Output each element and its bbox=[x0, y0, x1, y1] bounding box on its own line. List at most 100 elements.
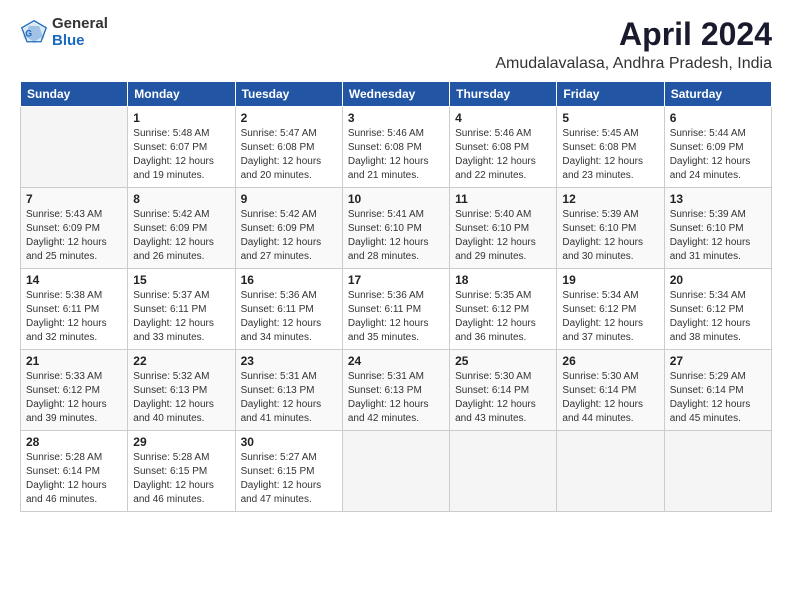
day-number: 2 bbox=[241, 111, 337, 125]
header: G General Blue April 2024 Amudalavalasa,… bbox=[20, 16, 772, 73]
calendar-week-row: 21Sunrise: 5:33 AM Sunset: 6:12 PM Dayli… bbox=[21, 350, 772, 431]
day-number: 13 bbox=[670, 192, 766, 206]
day-number: 26 bbox=[562, 354, 658, 368]
logo-blue-text: Blue bbox=[52, 33, 108, 50]
day-number: 20 bbox=[670, 273, 766, 287]
calendar-cell: 22 Sunrise: 5:32 AM Sunset: 6:13 PM Dayli… bbox=[128, 350, 235, 431]
calendar-header-row: Sunday Monday Tuesday Wednesday Thursday… bbox=[21, 82, 772, 107]
calendar-cell bbox=[664, 431, 771, 512]
day-detail: Sunrise: 5:42 AM Sunset: 6:09 PM Dayligh… bbox=[241, 208, 337, 264]
day-number: 24 bbox=[348, 354, 444, 368]
day-number: 28 bbox=[26, 435, 122, 449]
day-number: 5 bbox=[562, 111, 658, 125]
day-detail: Sunrise: 5:48 AM Sunset: 6:07 PM Dayligh… bbox=[133, 127, 229, 183]
calendar-cell: 9Sunrise: 5:42 AM Sunset: 6:09 PM Daylig… bbox=[235, 188, 342, 269]
calendar-cell: 15 Sunrise: 5:37 AM Sunset: 6:11 PM Dayli… bbox=[128, 269, 235, 350]
calendar-cell: 29 Sunrise: 5:28 AM Sunset: 6:15 PM Dayli… bbox=[128, 431, 235, 512]
day-number: 10 bbox=[348, 192, 444, 206]
day-detail: Sunrise: 5:36 AM Sunset: 6:11 PM Dayligh… bbox=[348, 289, 444, 345]
day-number: 23 bbox=[241, 354, 337, 368]
day-detail: Sunrise: 5:34 AM Sunset: 6:12 PM Dayligh… bbox=[562, 289, 658, 345]
logo: G General Blue bbox=[20, 16, 108, 49]
calendar-cell: 6Sunrise: 5:44 AM Sunset: 6:09 PM Daylig… bbox=[664, 107, 771, 188]
svg-text:G: G bbox=[25, 28, 32, 38]
day-number: 8 bbox=[133, 192, 229, 206]
day-detail: Sunrise: 5:28 AM Sunset: 6:15 PM Dayligh… bbox=[133, 451, 229, 507]
day-number: 30 bbox=[241, 435, 337, 449]
day-detail: Sunrise: 5:41 AM Sunset: 6:10 PM Dayligh… bbox=[348, 208, 444, 264]
calendar-week-row: 28 Sunrise: 5:28 AM Sunset: 6:14 PM Dayli… bbox=[21, 431, 772, 512]
calendar-cell bbox=[21, 107, 128, 188]
day-detail: Sunrise: 5:31 AM Sunset: 6:13 PM Dayligh… bbox=[348, 370, 444, 426]
day-detail: Sunrise: 5:47 AM Sunset: 6:08 PM Dayligh… bbox=[241, 127, 337, 183]
calendar-cell: 27 Sunrise: 5:29 AM Sunset: 6:14 PM Dayli… bbox=[664, 350, 771, 431]
day-detail: Sunrise: 5:40 AM Sunset: 6:10 PM Dayligh… bbox=[455, 208, 551, 264]
day-detail: Sunrise: 5:28 AM Sunset: 6:14 PM Dayligh… bbox=[26, 451, 122, 507]
calendar-cell: 21Sunrise: 5:33 AM Sunset: 6:12 PM Dayli… bbox=[21, 350, 128, 431]
col-tuesday: Tuesday bbox=[235, 82, 342, 107]
calendar-cell: 2 Sunrise: 5:47 AM Sunset: 6:08 PM Daylig… bbox=[235, 107, 342, 188]
day-number: 11 bbox=[455, 192, 551, 206]
col-sunday: Sunday bbox=[21, 82, 128, 107]
calendar-week-row: 7 Sunrise: 5:43 AM Sunset: 6:09 PM Daylig… bbox=[21, 188, 772, 269]
day-number: 16 bbox=[241, 273, 337, 287]
calendar-cell: 3 Sunrise: 5:46 AM Sunset: 6:08 PM Daylig… bbox=[342, 107, 449, 188]
col-wednesday: Wednesday bbox=[342, 82, 449, 107]
calendar-cell: 14Sunrise: 5:38 AM Sunset: 6:11 PM Dayli… bbox=[21, 269, 128, 350]
calendar-cell bbox=[557, 431, 664, 512]
day-detail: Sunrise: 5:29 AM Sunset: 6:14 PM Dayligh… bbox=[670, 370, 766, 426]
day-number: 3 bbox=[348, 111, 444, 125]
day-detail: Sunrise: 5:33 AM Sunset: 6:12 PM Dayligh… bbox=[26, 370, 122, 426]
col-saturday: Saturday bbox=[664, 82, 771, 107]
calendar-cell: 26Sunrise: 5:30 AM Sunset: 6:14 PM Dayli… bbox=[557, 350, 664, 431]
calendar-cell bbox=[450, 431, 557, 512]
day-detail: Sunrise: 5:31 AM Sunset: 6:13 PM Dayligh… bbox=[241, 370, 337, 426]
day-detail: Sunrise: 5:37 AM Sunset: 6:11 PM Dayligh… bbox=[133, 289, 229, 345]
day-detail: Sunrise: 5:35 AM Sunset: 6:12 PM Dayligh… bbox=[455, 289, 551, 345]
day-detail: Sunrise: 5:32 AM Sunset: 6:13 PM Dayligh… bbox=[133, 370, 229, 426]
calendar-cell: 17 Sunrise: 5:36 AM Sunset: 6:11 PM Dayli… bbox=[342, 269, 449, 350]
day-number: 22 bbox=[133, 354, 229, 368]
calendar-cell: 18Sunrise: 5:35 AM Sunset: 6:12 PM Dayli… bbox=[450, 269, 557, 350]
day-detail: Sunrise: 5:46 AM Sunset: 6:08 PM Dayligh… bbox=[455, 127, 551, 183]
day-number: 7 bbox=[26, 192, 122, 206]
calendar-cell: 8Sunrise: 5:42 AM Sunset: 6:09 PM Daylig… bbox=[128, 188, 235, 269]
day-number: 29 bbox=[133, 435, 229, 449]
calendar-week-row: 14Sunrise: 5:38 AM Sunset: 6:11 PM Dayli… bbox=[21, 269, 772, 350]
main-title: April 2024 bbox=[495, 16, 772, 53]
calendar-cell: 13 Sunrise: 5:39 AM Sunset: 6:10 PM Dayli… bbox=[664, 188, 771, 269]
calendar-cell: 19 Sunrise: 5:34 AM Sunset: 6:12 PM Dayli… bbox=[557, 269, 664, 350]
day-number: 27 bbox=[670, 354, 766, 368]
day-detail: Sunrise: 5:46 AM Sunset: 6:08 PM Dayligh… bbox=[348, 127, 444, 183]
calendar-cell: 4 Sunrise: 5:46 AM Sunset: 6:08 PM Daylig… bbox=[450, 107, 557, 188]
col-thursday: Thursday bbox=[450, 82, 557, 107]
day-number: 6 bbox=[670, 111, 766, 125]
day-detail: Sunrise: 5:43 AM Sunset: 6:09 PM Dayligh… bbox=[26, 208, 122, 264]
calendar-week-row: 1 Sunrise: 5:48 AM Sunset: 6:07 PM Daylig… bbox=[21, 107, 772, 188]
day-number: 15 bbox=[133, 273, 229, 287]
calendar-cell: 7 Sunrise: 5:43 AM Sunset: 6:09 PM Daylig… bbox=[21, 188, 128, 269]
calendar-table: Sunday Monday Tuesday Wednesday Thursday… bbox=[20, 81, 772, 512]
day-number: 17 bbox=[348, 273, 444, 287]
day-number: 12 bbox=[562, 192, 658, 206]
day-detail: Sunrise: 5:39 AM Sunset: 6:10 PM Dayligh… bbox=[562, 208, 658, 264]
day-number: 4 bbox=[455, 111, 551, 125]
calendar-cell: 10 Sunrise: 5:41 AM Sunset: 6:10 PM Dayli… bbox=[342, 188, 449, 269]
day-detail: Sunrise: 5:36 AM Sunset: 6:11 PM Dayligh… bbox=[241, 289, 337, 345]
col-friday: Friday bbox=[557, 82, 664, 107]
day-detail: Sunrise: 5:27 AM Sunset: 6:15 PM Dayligh… bbox=[241, 451, 337, 507]
col-monday: Monday bbox=[128, 82, 235, 107]
calendar-cell: 24 Sunrise: 5:31 AM Sunset: 6:13 PM Dayli… bbox=[342, 350, 449, 431]
day-number: 1 bbox=[133, 111, 229, 125]
subtitle: Amudalavalasa, Andhra Pradesh, India bbox=[495, 55, 772, 73]
day-number: 14 bbox=[26, 273, 122, 287]
day-detail: Sunrise: 5:39 AM Sunset: 6:10 PM Dayligh… bbox=[670, 208, 766, 264]
calendar-cell: 25Sunrise: 5:30 AM Sunset: 6:14 PM Dayli… bbox=[450, 350, 557, 431]
day-detail: Sunrise: 5:30 AM Sunset: 6:14 PM Dayligh… bbox=[455, 370, 551, 426]
logo-text: General Blue bbox=[52, 16, 108, 49]
calendar-cell: 28 Sunrise: 5:28 AM Sunset: 6:14 PM Dayli… bbox=[21, 431, 128, 512]
title-block: April 2024 Amudalavalasa, Andhra Pradesh… bbox=[495, 16, 772, 73]
day-number: 19 bbox=[562, 273, 658, 287]
calendar-cell: 1 Sunrise: 5:48 AM Sunset: 6:07 PM Daylig… bbox=[128, 107, 235, 188]
calendar-cell: 5Sunrise: 5:45 AM Sunset: 6:08 PM Daylig… bbox=[557, 107, 664, 188]
